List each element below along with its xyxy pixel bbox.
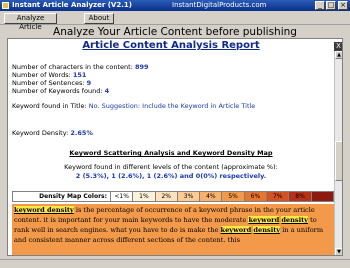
status-bar [0, 259, 350, 268]
density-cell: 2% [155, 192, 178, 201]
density-map-label: Density Map Colors: [13, 192, 111, 201]
sentences-row: Number of Sentences: 9 [12, 79, 91, 87]
density-value: 2.65% [70, 129, 93, 137]
words-row: Number of Words: 151 [12, 71, 86, 79]
menu-bar: Analyze Article About [0, 11, 350, 31]
words-label: Number of Words: [12, 71, 71, 79]
analyze-article-button[interactable]: Analyze Article [4, 13, 57, 31]
report-panel: Article Content Analysis Report X ▲ ▼ Nu… [7, 38, 343, 256]
density-cell: 5% [222, 192, 245, 201]
sentences-value: 9 [86, 79, 92, 87]
title-found-value: No. Suggestion: Include the Keyword in A… [88, 102, 256, 110]
density-label: Keyword Density: [12, 129, 69, 137]
density-cell: 7% [267, 192, 290, 201]
sentences-label: Number of Sentences: [12, 79, 85, 87]
keywords-label: Number of Keywords found: [12, 87, 103, 95]
title-found-row: Keyword found in Title: No. Suggestion: … [12, 102, 255, 110]
keywords-value: 4 [104, 87, 110, 95]
vertical-scrollbar[interactable]: ▲ ▼ [334, 51, 342, 255]
density-cell: 8% [289, 192, 312, 201]
minimize-button[interactable]: _ [315, 1, 325, 10]
scatter-section-title: Keyword Scattering Analysis and Keyword … [69, 149, 273, 157]
density-cell: 4% [200, 192, 223, 201]
keywords-row: Number of Keywords found: 4 [12, 87, 109, 95]
title-found-label: Keyword found in Title: [12, 102, 87, 110]
words-value: 151 [72, 71, 87, 79]
about-button[interactable]: About [84, 13, 114, 24]
levels-intro: Keyword found in different levels of the… [64, 163, 278, 171]
scroll-up-arrow-icon[interactable]: ▲ [335, 51, 342, 59]
density-cell: 1% [133, 192, 156, 201]
article-content-highlight: keyword density is the percentage of occ… [12, 204, 334, 255]
chars-value: 899 [134, 63, 149, 71]
scroll-down-arrow-icon[interactable]: ▼ [335, 248, 342, 255]
keyword-highlight: keyword density [14, 206, 74, 214]
keyword-highlight: keyword [248, 216, 280, 224]
maximize-button[interactable]: □ [326, 1, 336, 10]
density-cell: 3% [177, 192, 201, 201]
density-map-legend: Density Map Colors: <1% 1% 2% 3% 4% 5% 6… [12, 191, 334, 202]
page-headline: Analyze Your Article Content before publ… [53, 26, 297, 38]
levels-values: 2 (5.3%), 1 (2.6%), 1 (2.6%) and 0(0%) r… [75, 172, 267, 180]
title-bar: Instant Article Analyzer (V2.1) InstantD… [0, 0, 350, 11]
site-name: InstantDigitalProducts.com [172, 1, 267, 9]
report-title: Article Content Analysis Report [82, 40, 260, 51]
app-icon [2, 2, 9, 9]
density-row: Keyword Density: 2.65% [12, 129, 93, 137]
keyword-highlight: density [253, 226, 281, 234]
scroll-thumb[interactable] [335, 141, 342, 181]
keyword-highlight: keyword [220, 226, 252, 234]
chars-label: Number of characters in the content: [12, 63, 133, 71]
keyword-highlight: density [281, 216, 309, 224]
window-title: Instant Article Analyzer (V2.1) [12, 1, 132, 9]
density-cell: 6% [244, 192, 268, 201]
density-cell: <1% [111, 192, 134, 201]
chars-row: Number of characters in the content: 899 [12, 63, 149, 71]
density-cell [311, 192, 333, 201]
close-window-button[interactable]: × [338, 1, 348, 10]
close-report-button[interactable]: X [334, 42, 342, 51]
